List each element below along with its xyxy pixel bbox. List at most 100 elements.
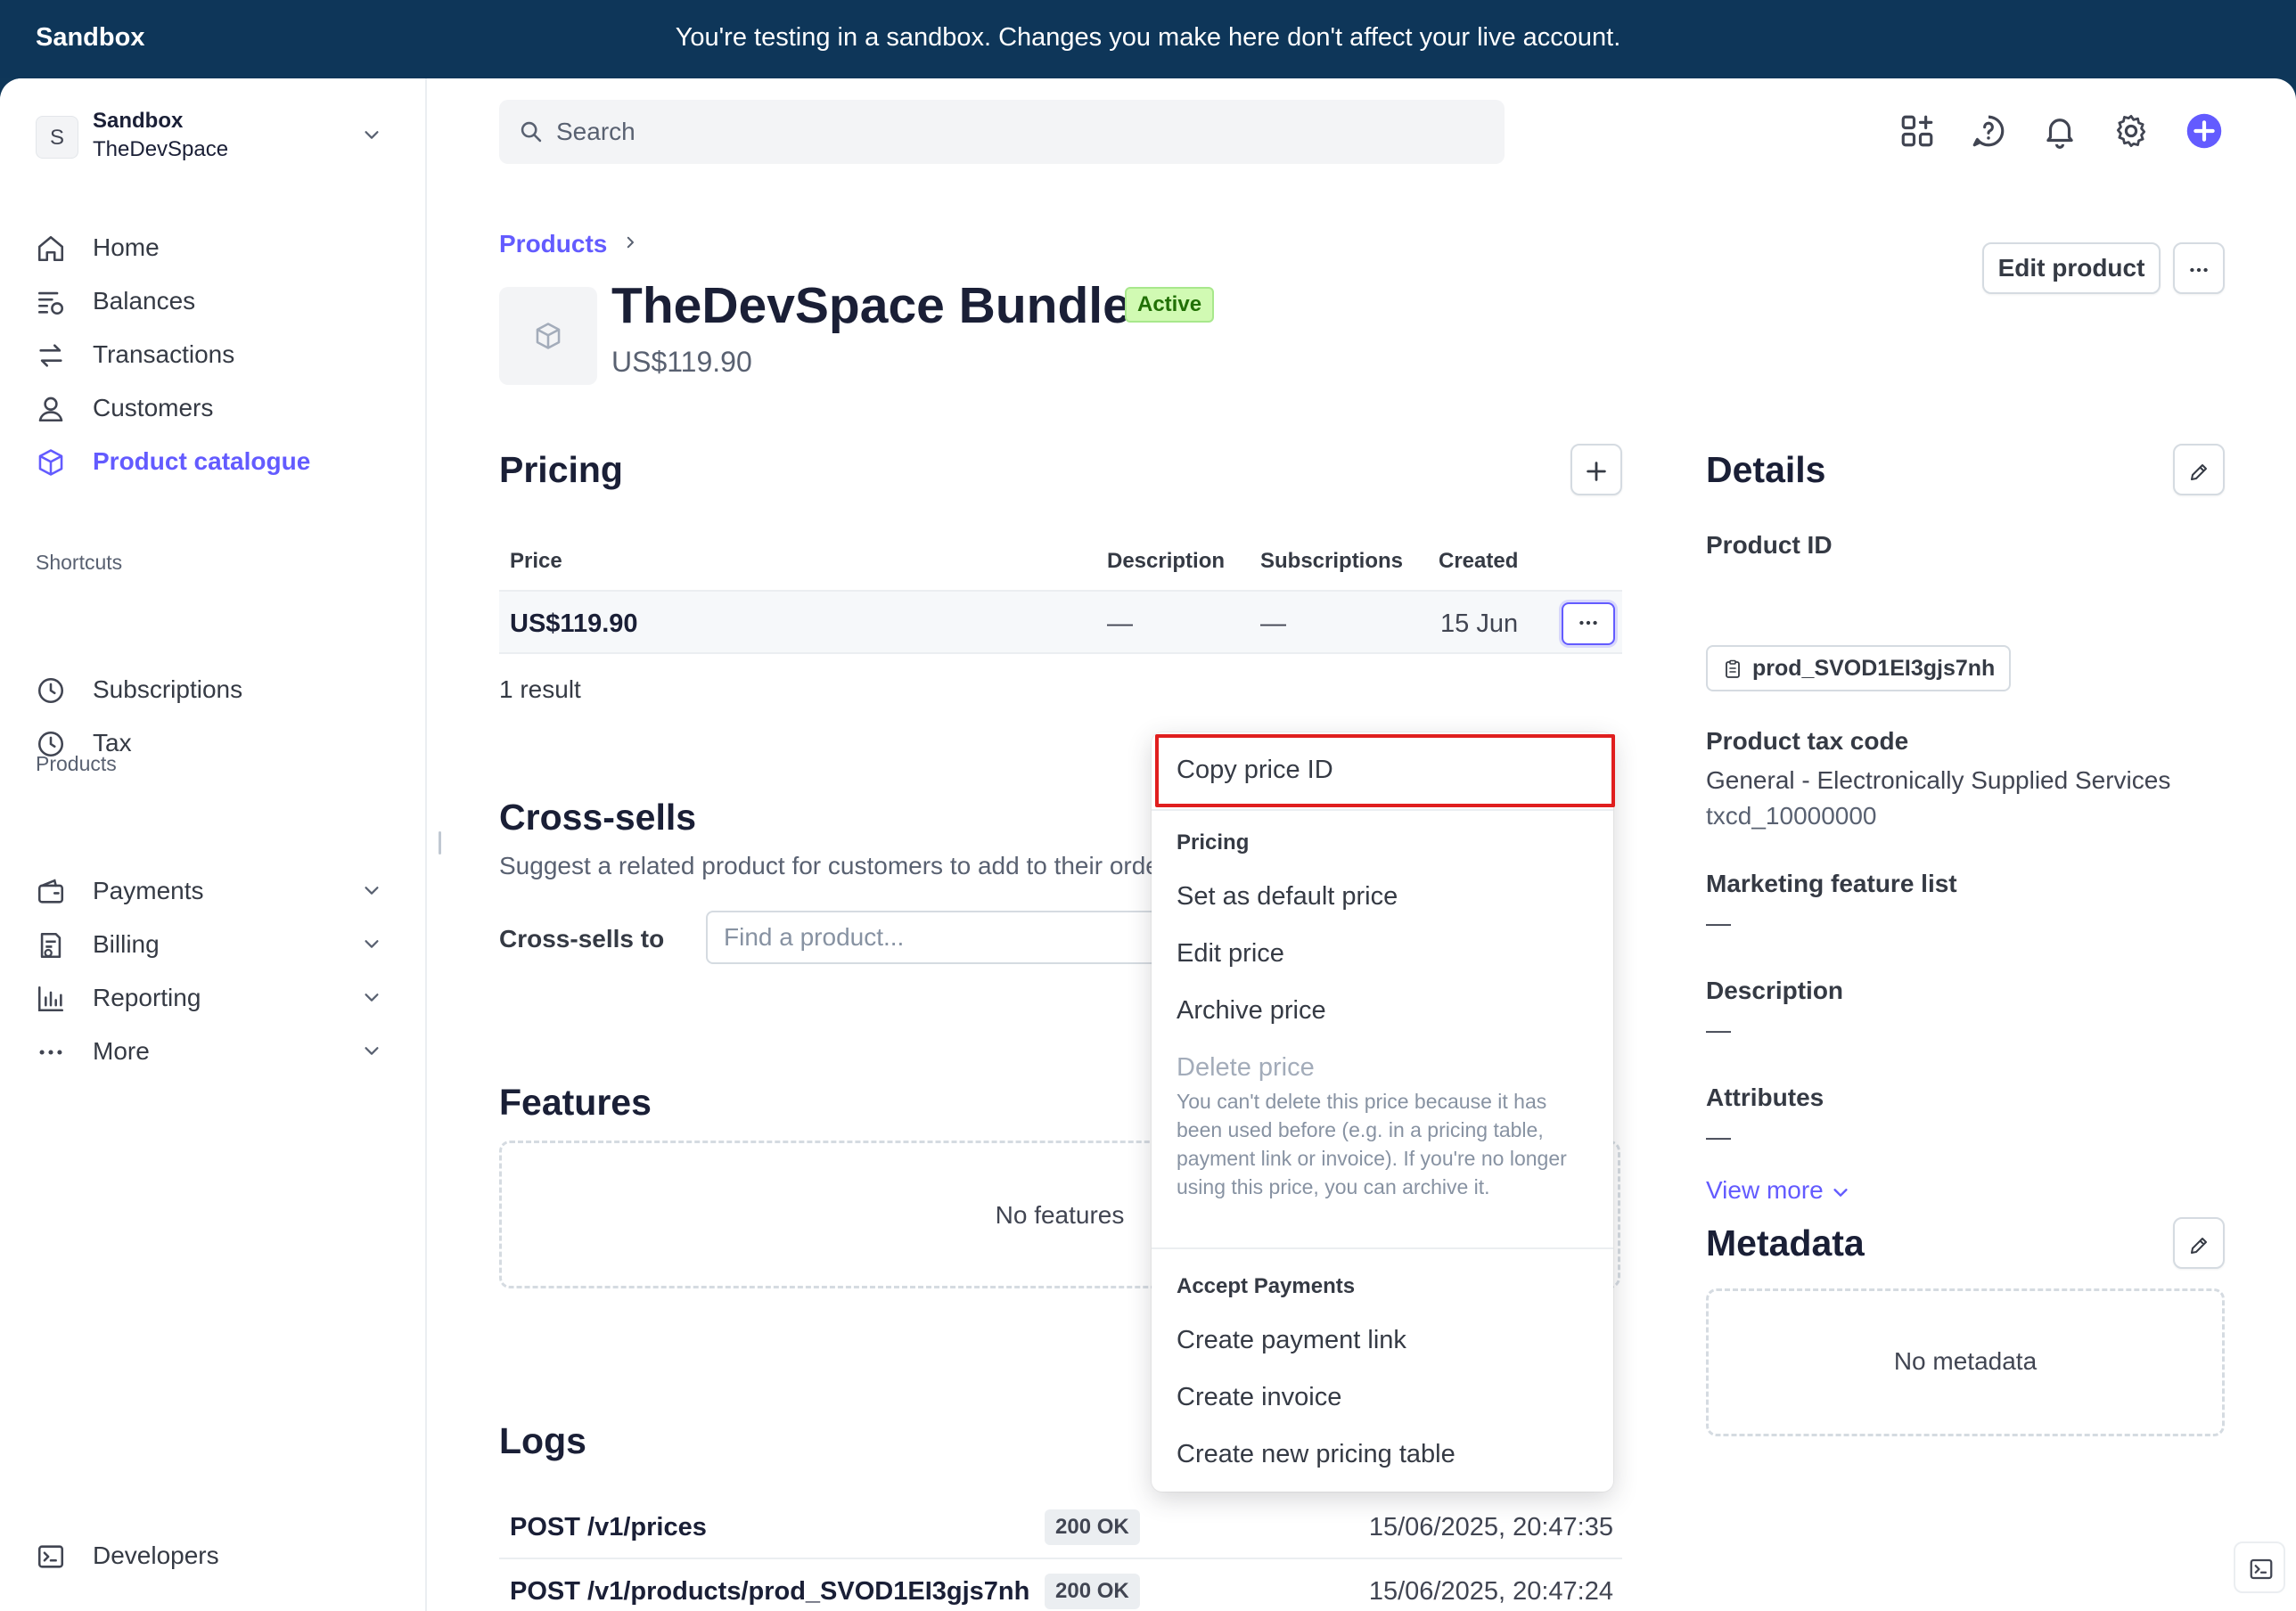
menu-item-delete-price: Delete price [1177,1053,1315,1082]
sidebar-item-customers[interactable]: Customers [36,387,392,429]
log-row[interactable]: POST /v1/products/prod_SVOD1EI3gjs7nh 20… [499,1559,1622,1611]
attributes-label: Attributes [1706,1084,1824,1111]
cross-sells-description: Suggest a related product for customers … [499,852,1159,879]
clock-icon [37,677,64,704]
tax-code-label: Product tax code [1706,727,1909,755]
sidebar-item-home[interactable]: Home [36,226,392,269]
sandbox-message: You're testing in a sandbox. Changes you… [675,23,1621,52]
features-heading: Features [499,1082,652,1123]
edit-metadata-button[interactable] [2173,1217,2225,1269]
account-avatar: S [36,116,78,159]
sidebar-item-label: More [93,1037,150,1065]
subscriptions-cell: — [1260,609,1286,638]
menu-item-create-payment-link[interactable]: Create payment link [1177,1326,1406,1355]
product-id-copy-chip[interactable]: prod_SVOD1EI3gjs7nh [1706,645,2012,691]
terminal-icon [37,1545,64,1568]
sidebar-item-label: Product catalogue [93,447,311,475]
metadata-empty-text: No metadata [1893,1347,2038,1375]
attributes-value: — [1706,1123,1731,1150]
sidebar-item-label: Developers [93,1541,219,1569]
sidebar-item-product-catalogue[interactable]: Product catalogue [36,440,392,483]
column-header-subscriptions: Subscriptions [1260,549,1404,573]
pencil-icon [2191,463,2207,480]
account-switcher[interactable]: S Sandbox TheDevSpace [36,109,392,166]
search-icon [521,121,542,143]
sidebar-item-developers[interactable]: Developers [36,1534,392,1577]
account-name: Sandbox [93,109,184,133]
chevron-down-icon [365,131,379,139]
result-count: 1 result [499,675,581,703]
plus-icon [1587,461,1606,481]
sidebar-item-label: Home [93,233,160,261]
log-status-badge: 200 OK [1045,1509,1140,1545]
more-dots-icon [39,1050,62,1055]
help-icon[interactable] [1970,112,2007,150]
add-price-button[interactable] [1570,444,1622,495]
find-product-input[interactable] [706,911,1205,964]
metadata-heading: Metadata [1706,1223,1865,1263]
home-icon [37,235,64,262]
chevron-down-icon [365,887,379,895]
breadcrumb-products[interactable]: Products [499,230,607,258]
edit-product-button[interactable]: Edit product [1982,242,2161,294]
menu-item-create-pricing-table[interactable]: Create new pricing table [1177,1440,1456,1469]
chevron-right-icon [627,236,634,249]
log-endpoint: POST /v1/prices [510,1513,707,1541]
price-row-more-button[interactable] [1562,602,1615,645]
cube-icon [536,323,561,349]
edit-details-button[interactable] [2173,444,2225,495]
chevron-down-icon [1833,1188,1848,1197]
product-more-button[interactable] [2173,242,2225,294]
notification-bell-icon[interactable] [2041,112,2079,150]
sidebar-item-label: Billing [93,930,160,958]
chevron-down-icon [365,1047,379,1055]
pencil-icon [2191,1237,2207,1254]
more-dots-icon [2190,267,2208,272]
view-more-link[interactable]: View more [1706,1176,1850,1205]
shell-button[interactable] [2234,1541,2285,1593]
wallet-icon [37,879,64,904]
sidebar-item-label: Balances [93,287,196,315]
menu-item-edit-price[interactable]: Edit price [1177,939,1284,969]
sidebar-item-label: Subscriptions [93,675,243,703]
balances-icon [37,291,64,315]
sidebar-item-balances[interactable]: Balances [36,280,392,323]
settings-gear-icon[interactable] [2112,112,2150,150]
sidebar-item-billing[interactable]: Billing [36,923,392,966]
search-input[interactable] [556,116,1447,148]
log-endpoint: POST /v1/products/prod_SVOD1EI3gjs7nh [510,1577,1030,1606]
customer-icon [38,397,63,422]
menu-item-create-invoice[interactable]: Create invoice [1177,1383,1341,1412]
page-title: TheDevSpace Bundle [611,277,1131,334]
create-plus-icon[interactable] [2185,112,2223,150]
search-bar[interactable] [499,100,1505,164]
menu-item-archive-price[interactable]: Archive price [1177,996,1326,1026]
tax-code-value: txcd_10000000 [1706,802,1877,830]
log-status-badge: 200 OK [1045,1574,1140,1609]
menu-item-set-default[interactable]: Set as default price [1177,882,1398,912]
menu-item-copy-price-id[interactable]: Copy price ID [1177,756,1333,785]
sidebar-item-subscriptions[interactable]: Subscriptions [36,668,392,711]
marketing-feature-label: Marketing feature list [1706,870,1957,897]
product-id-label: Product ID [1706,531,1833,559]
sidebar-item-payments[interactable]: Payments [36,870,392,912]
sidebar-item-transactions[interactable]: Transactions [36,333,392,376]
apps-add-icon[interactable] [1898,112,1936,150]
description-cell: — [1107,609,1133,638]
column-header-created: Created [1439,549,1519,573]
account-org: TheDevSpace [93,137,229,161]
delete-price-note: You can't delete this price because it h… [1177,1090,1567,1198]
log-timestamp: 15/06/2025, 20:47:24 [1368,1577,1613,1606]
billing-icon [40,932,62,959]
sidebar-resize-handle[interactable] [439,831,441,855]
menu-divider [1152,1247,1613,1249]
sidebar-item-reporting[interactable]: Reporting [36,977,392,1019]
log-timestamp: 15/06/2025, 20:47:35 [1368,1513,1613,1541]
description-value: — [1706,1016,1731,1043]
chevron-down-icon [365,994,379,1002]
product-image-placeholder[interactable] [499,287,597,385]
sidebar-item-more[interactable]: More [36,1030,392,1073]
description-label: Description [1706,977,1844,1004]
log-row[interactable]: POST /v1/prices 200 OK 15/06/2025, 20:47… [499,1495,1622,1559]
products-heading: Products [36,752,117,775]
